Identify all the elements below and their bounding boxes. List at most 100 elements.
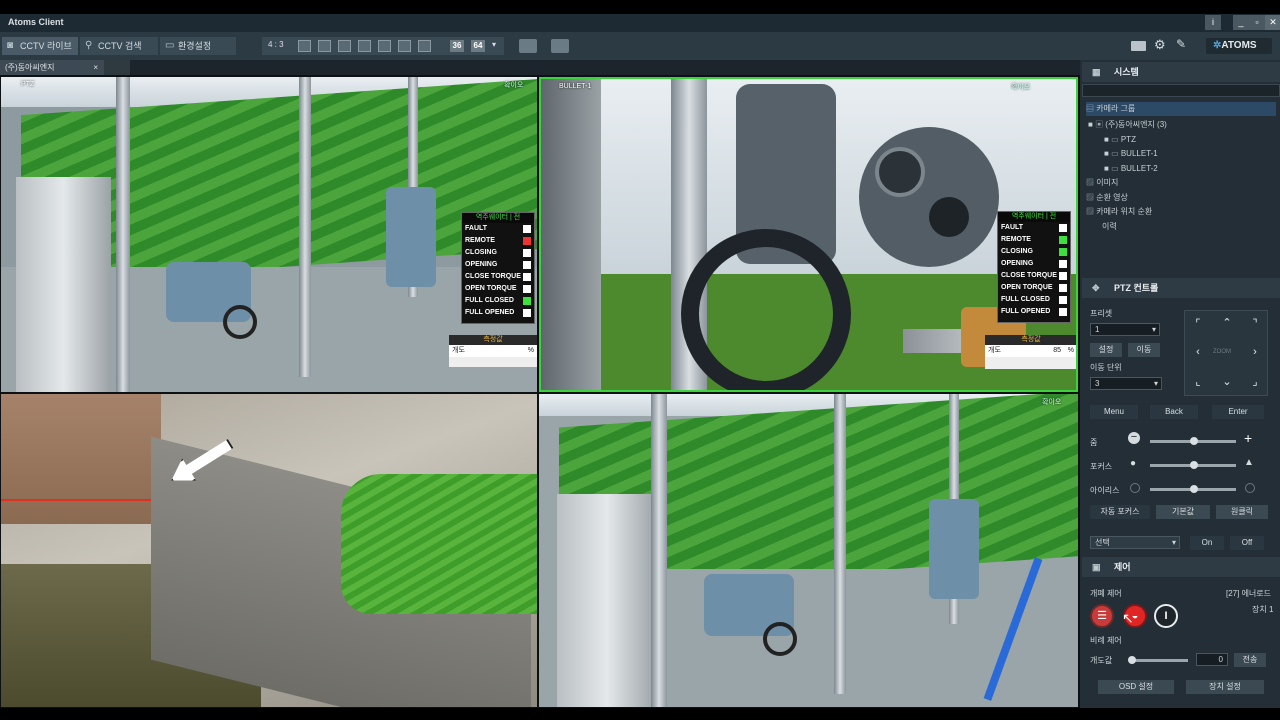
default-button[interactable]: 기본값 [1156, 505, 1210, 519]
fullscreen-icon[interactable] [519, 39, 537, 53]
cctv-live-button[interactable]: ◙ CCTV 라이브 [2, 37, 78, 55]
off-button[interactable]: Off [1230, 536, 1264, 550]
info-button[interactable]: i [1205, 15, 1221, 30]
arrow-right-icon[interactable]: › [1248, 346, 1262, 358]
arrow-down-left-icon[interactable]: ⌞ [1191, 375, 1205, 388]
tree-cam-ptz[interactable]: ■ ▭ PTZ [1104, 133, 1274, 147]
ptz-menu-button[interactable]: Menu [1090, 405, 1138, 419]
tree-tour[interactable]: ▨ 순환 영상 [1086, 191, 1276, 205]
open-value-input[interactable]: 0 [1196, 653, 1228, 666]
arrow-left-icon[interactable]: ‹ [1191, 346, 1205, 358]
folder-icon: ▤ [1086, 104, 1097, 113]
arrow-down-icon[interactable]: ⌄ [1220, 375, 1234, 388]
camera-view-ptz[interactable]: PTZ 확이오 역주웨이터 | 전 FAULT REMOTE CLOSING O… [1, 77, 537, 392]
status-label: FAULT [1001, 224, 1024, 231]
settings-nav-button[interactable]: ▭ 환경설정 [160, 37, 236, 55]
camera-corner-label: 확이오 [1011, 84, 1031, 91]
iris-open-icon[interactable] [1245, 483, 1255, 493]
system-section-header[interactable]: ▦ 시스템 [1082, 62, 1280, 82]
device-settings-button[interactable]: 장치 설정 [1186, 680, 1264, 694]
ptz-enter-button[interactable]: Enter [1212, 405, 1264, 419]
arrow-up-left-icon[interactable]: ⌜ [1191, 317, 1205, 330]
proportional-label: 비례 제어 [1090, 636, 1122, 645]
focus-near-icon[interactable]: ● [1130, 458, 1136, 469]
close-button[interactable]: ✕ [1265, 15, 1280, 30]
opening-gauge: 측정값 개도% [449, 335, 537, 367]
tree-camera-group[interactable]: ▤ 카메라 그룹 [1086, 102, 1276, 116]
camera-view-bullet-2[interactable] [1, 394, 537, 707]
ptz-back-button[interactable]: Back [1150, 405, 1198, 419]
control-title: 제어 [1114, 562, 1131, 572]
slider-knob[interactable] [1190, 485, 1198, 493]
tree-site[interactable]: ■ ▣ (주)동아씨엔지 (3) [1088, 118, 1278, 132]
open-value-slider[interactable] [1128, 656, 1188, 664]
layout-4-icon[interactable] [318, 40, 331, 52]
layout-36-button[interactable]: 36 [450, 40, 464, 52]
one-click-button[interactable]: 원클릭 [1216, 505, 1268, 519]
tab-close-icon[interactable]: × [93, 60, 98, 75]
minimize-button[interactable]: _ [1233, 15, 1249, 30]
iris-close-icon[interactable] [1130, 483, 1140, 493]
aspect-ratio[interactable]: 4 : 3 [268, 40, 284, 49]
multiscreen-icon[interactable] [551, 39, 569, 53]
tree-preset-tour[interactable]: ▨ 카메라 위치 순환 [1086, 205, 1276, 219]
maximize-button[interactable]: ▫ [1249, 15, 1265, 30]
layout-10-icon[interactable] [378, 40, 391, 52]
focus-slider[interactable] [1150, 461, 1236, 469]
layout-64-button[interactable]: 64 [471, 40, 485, 52]
node-icon: ■ [1104, 164, 1112, 173]
move-unit-select[interactable]: 3 ▾ [1090, 377, 1162, 390]
layout-13-icon[interactable] [398, 40, 411, 52]
control-section-header[interactable]: ▣ 제어 [1082, 557, 1280, 577]
slider-knob[interactable] [1190, 437, 1198, 445]
tree-history[interactable]: 이력 [1102, 220, 1272, 234]
tree-cam-bullet-2[interactable]: ■ ▭ BULLET-2 [1104, 162, 1274, 176]
status-full-closed: FULL CLOSED [462, 295, 534, 307]
select-dropdown[interactable]: 선택 ▾ [1090, 536, 1180, 549]
layout-9-icon[interactable] [358, 40, 371, 52]
auto-focus-button[interactable]: 자동 포커스 [1090, 505, 1150, 519]
cabinet [16, 177, 111, 392]
slider-knob[interactable] [1128, 656, 1136, 664]
camera-label: BULLET-1 [559, 83, 592, 90]
stop-valve-button[interactable]: I [1154, 604, 1178, 628]
zoom-in-icon[interactable]: + [1244, 430, 1252, 446]
tab-spacer [104, 60, 130, 75]
arrow-up-right-icon[interactable]: ⌝ [1248, 317, 1262, 330]
camera-view-bullet-1[interactable]: BULLET-1 확이오 역주웨이터 | 전 FAULT REMOTE CLOS… [539, 77, 1078, 392]
tab-site[interactable]: (주)동아씨엔지 × [0, 60, 104, 75]
iris-slider[interactable] [1150, 485, 1236, 493]
focus-far-icon[interactable]: ▲ [1244, 457, 1254, 468]
layout-1-icon[interactable] [298, 40, 311, 52]
arrow-up-icon[interactable]: ⌃ [1220, 316, 1234, 329]
gauge-header: 측정값 [985, 335, 1076, 345]
keyboard-icon[interactable] [1131, 41, 1146, 51]
open-valve-button[interactable]: ☰ [1090, 604, 1114, 628]
layout-6-icon[interactable] [338, 40, 351, 52]
status-label: OPEN TORQUE [1001, 284, 1053, 291]
send-button[interactable]: 전송 [1234, 653, 1266, 667]
gear-icon[interactable]: ⚙ [1154, 37, 1166, 53]
osd-settings-button[interactable]: OSD 설정 [1098, 680, 1174, 694]
ptz-section-header[interactable]: ✥ PTZ 컨트롤 [1082, 278, 1280, 298]
system-search-input[interactable] [1082, 84, 1280, 97]
zoom-slider[interactable] [1150, 437, 1236, 445]
on-button[interactable]: On [1190, 536, 1224, 550]
tree-cam-bullet-1[interactable]: ■ ▭ BULLET-1 [1104, 147, 1274, 161]
chevron-down-icon[interactable]: ▾ [492, 40, 496, 49]
preset-select[interactable]: 1 ▾ [1090, 323, 1160, 336]
gauge-label: 개도 [452, 347, 465, 354]
preset-set-button[interactable]: 설정 [1090, 343, 1122, 357]
arrow-down-right-icon[interactable]: ⌟ [1248, 375, 1262, 388]
layout-16-icon[interactable] [418, 40, 431, 52]
tree-image[interactable]: ▨ 이미지 [1086, 176, 1276, 190]
wrench-icon[interactable]: ✎ [1176, 37, 1186, 51]
preset-move-button[interactable]: 이동 [1128, 343, 1160, 357]
collapse-icon[interactable]: ■ [1088, 120, 1095, 129]
select-value: 선택 [1095, 538, 1110, 547]
zoom-out-icon[interactable]: − [1128, 432, 1140, 444]
slider-knob[interactable] [1190, 461, 1198, 469]
cctv-search-button[interactable]: ⚲ CCTV 검색 [80, 37, 158, 55]
camera-view-4[interactable]: 확이오 [539, 394, 1078, 707]
actuator-status-panel: 역주웨이터 | 전 FAULT REMOTE CLOSING OPENING C… [461, 212, 535, 324]
